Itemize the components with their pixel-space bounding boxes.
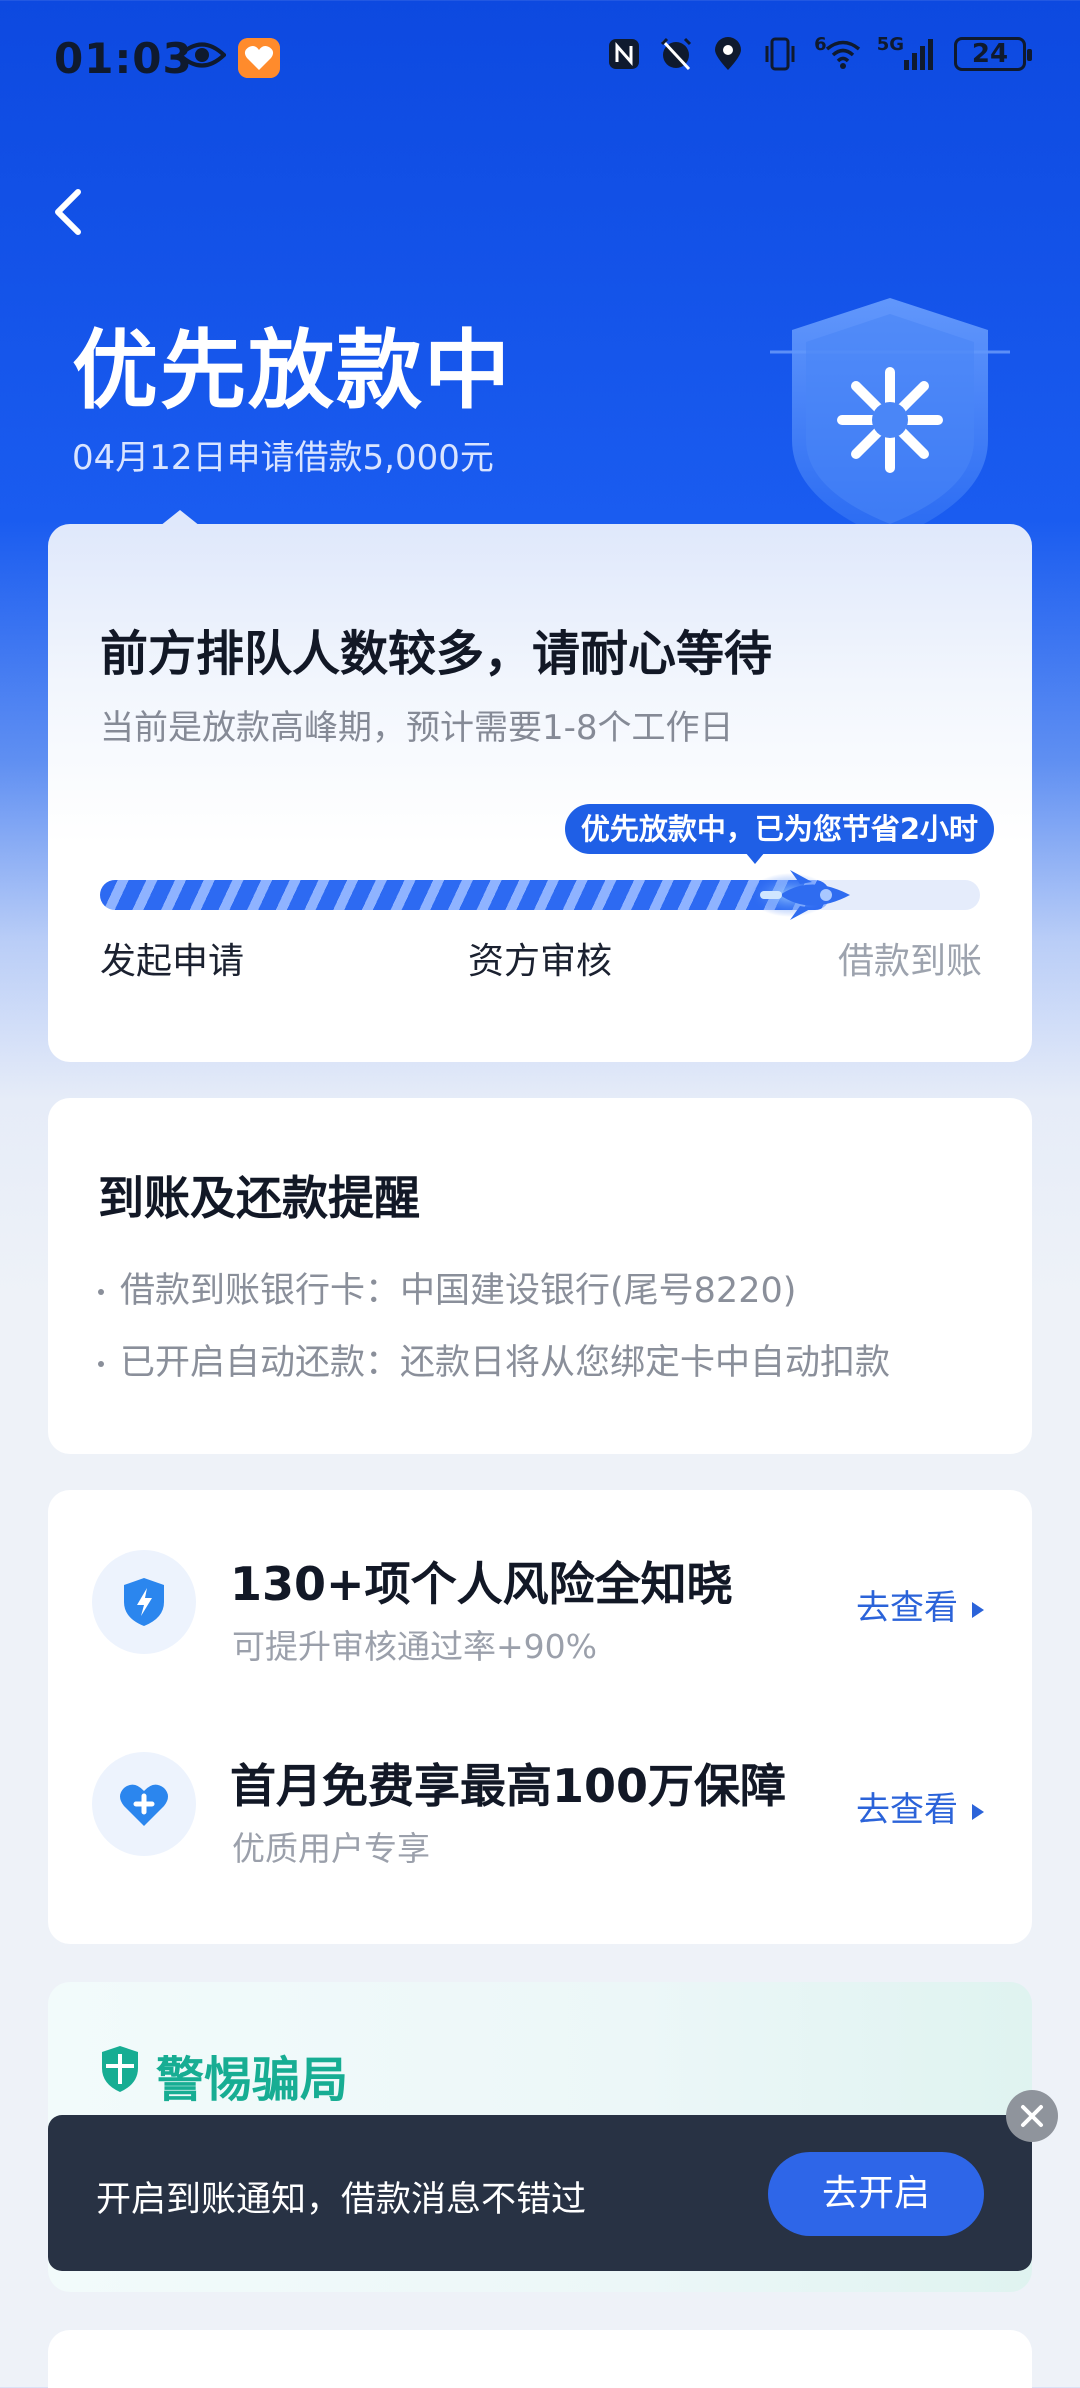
fraud-warning-title: 警惕骗局 [156,2052,349,2108]
battery-indicator: 24 [954,37,1032,71]
queue-message-title: 前方排队人数较多，请耐心等待 [100,626,773,682]
reminder-auto-repay-text: 已开启自动还款：还款日将从您绑定卡中自动扣款 [120,1343,891,1383]
heart-plus-icon [120,1784,168,1826]
close-icon[interactable] [1005,2089,1059,2143]
rocket-icon [750,870,851,920]
step-arrival: 借款到账 [837,941,982,982]
vibrate-icon [765,37,795,71]
location-icon [715,37,742,70]
shield-check-icon [102,2046,138,2092]
wifi-label: 6 [814,33,827,55]
view-insurance-link[interactable]: 去查看 [856,1782,984,1831]
loan-status-card: 前方排队人数较多，请耐心等待 当前是放款高峰期，预计需要1-8个工作日 优先放款… [48,510,1032,1062]
progress-tooltip: 优先放款中，已为您节省2小时 [564,804,994,864]
triangle-right-icon [972,1803,984,1820]
reminder-bank-card-text: 借款到账银行卡：中国建设银行(尾号8220) [120,1271,797,1311]
back-arrow-icon[interactable] [48,186,88,238]
status-bar: 01:03 6 5G 24 [0,0,1080,120]
service-title: 130+项个人风险全知晓 [230,1557,733,1611]
page-title: 优先放款中 [72,321,512,421]
service-subtitle: 优质用户专享 [232,1829,430,1868]
shield-logo-icon [770,298,1010,540]
reminder-bank-card: 借款到账银行卡：中国建设银行(尾号8220) [98,1262,796,1313]
view-link-label: 去查看 [856,1588,958,1628]
bottom-card [48,2330,1032,2388]
progress-bar-fill [100,880,831,910]
status-time: 01:03 [54,34,193,83]
wifi-icon [825,40,860,69]
queue-message-subtitle: 当前是放款高峰期，预计需要1-8个工作日 [100,708,734,748]
eye-icon [178,42,226,68]
network-label: 5G [876,33,904,55]
enable-notification-button[interactable]: 去开启 [768,2152,984,2236]
step-review: 资方审核 [468,941,613,982]
service-risk-report[interactable]: 130+项个人风险全知晓 可提升审核通过率+90% 去查看 [48,1550,1032,1710]
shield-bolt-icon [124,1578,164,1626]
triangle-right-icon [972,1601,984,1618]
service-icon-container [92,1752,196,1856]
page-subtitle: 04月12日申请借款5,000元 [72,438,494,478]
service-icon-container [92,1550,196,1654]
reminder-auto-repay: 已开启自动还款：还款日将从您绑定卡中自动扣款 [98,1334,890,1385]
notification-banner-text: 开启到账通知，借款消息不错过 [96,2180,587,2220]
service-insurance[interactable]: 首月免费享最高100万保障 优质用户专享 去查看 [48,1752,1032,1912]
view-link-label: 去查看 [856,1790,958,1830]
service-title: 首月免费享最高100万保障 [230,1759,787,1813]
service-subtitle: 可提升审核通过率+90% [232,1627,597,1666]
bullet [98,1361,104,1367]
view-risk-link[interactable]: 去查看 [856,1580,984,1629]
reminder-title: 到账及还款提醒 [98,1171,420,1225]
health-app-icon [238,38,280,78]
alarm-off-icon [661,37,692,71]
services-card: 130+项个人风险全知晓 可提升审核通过率+90% 去查看 首月免费享最高100… [48,1490,1032,1944]
step-apply: 发起申请 [100,941,245,982]
bullet [98,1289,104,1295]
progress-bar [100,870,980,920]
nfc-icon [609,39,640,69]
card-notch [160,510,200,526]
system-icons: 6 5G 24 [606,33,1032,72]
reminder-card: 到账及还款提醒 借款到账银行卡：中国建设银行(尾号8220) 已开启自动还款：还… [48,1098,1032,1454]
signal-icon [904,39,933,70]
notification-banner: 开启到账通知，借款消息不错过 去开启 [48,2115,1032,2271]
